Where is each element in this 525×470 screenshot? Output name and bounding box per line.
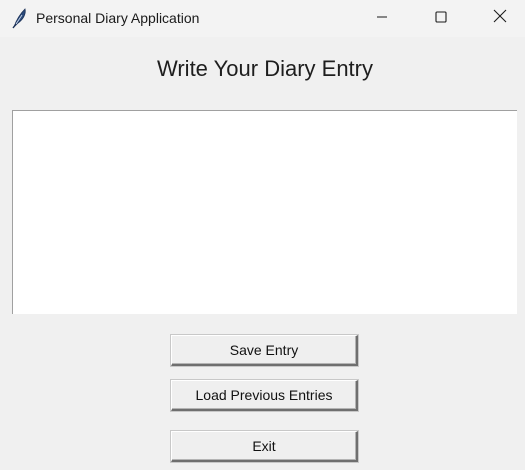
minimize-button[interactable]: [359, 0, 405, 37]
diary-entry-textarea[interactable]: [12, 110, 517, 314]
page-title: Write Your Diary Entry: [156, 56, 373, 81]
window-title: Personal Diary Application: [36, 10, 200, 26]
minimize-icon: [376, 10, 388, 28]
diary-window: Personal Diary Application Write Your Di…: [0, 0, 525, 470]
load-previous-entries-button[interactable]: Load Previous Entries: [171, 380, 358, 411]
maximize-button[interactable]: [418, 0, 464, 37]
close-icon: [493, 9, 507, 28]
feather-icon: [10, 7, 30, 29]
close-button[interactable]: [477, 0, 523, 37]
maximize-icon: [435, 10, 447, 28]
save-entry-button[interactable]: Save Entry: [171, 335, 358, 366]
exit-button[interactable]: Exit: [171, 431, 358, 462]
title-bar[interactable]: Personal Diary Application: [0, 0, 525, 37]
